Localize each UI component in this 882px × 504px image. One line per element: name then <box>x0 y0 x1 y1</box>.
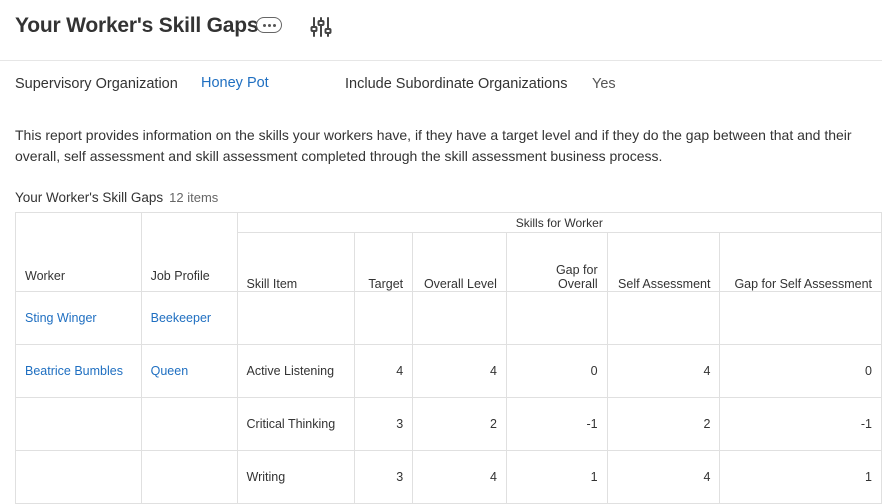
self-assessment-cell: 4 <box>606 344 721 398</box>
col-header-skill-item[interactable]: Skill Item <box>236 232 356 292</box>
gap-overall-cell: 1 <box>505 450 608 504</box>
gap-self-cell <box>719 291 882 345</box>
self-assessment-cell: 2 <box>606 397 721 451</box>
job-profile-link[interactable]: Queen <box>140 344 238 398</box>
overall-level-cell: 4 <box>412 344 507 398</box>
job-profile-link[interactable]: Beekeeper <box>140 291 238 345</box>
skill-item-cell <box>236 291 356 345</box>
include-subordinate-label: Include Subordinate Organizations <box>345 76 568 92</box>
overall-level-cell: 2 <box>412 397 507 451</box>
worker-link[interactable]: Sting Winger <box>15 291 142 345</box>
grid-item-count: 12 items <box>169 190 219 205</box>
col-header-target[interactable]: Target <box>354 232 414 292</box>
worker-link[interactable] <box>15 397 142 451</box>
self-assessment-cell <box>606 291 721 345</box>
header-divider <box>0 60 882 61</box>
worker-link[interactable] <box>15 450 142 504</box>
col-header-overall-level[interactable]: Overall Level <box>412 232 507 292</box>
group-header-skills: Skills for Worker <box>236 211 882 234</box>
col-header-self-assessment[interactable]: Self Assessment <box>606 232 721 292</box>
col-header-job-profile[interactable]: Job Profile <box>140 212 238 292</box>
overall-level-cell: 4 <box>412 450 507 504</box>
gap-overall-cell: -1 <box>505 397 608 451</box>
gap-overall-cell: 0 <box>505 344 608 398</box>
gap-overall-cell <box>505 291 608 345</box>
table-row: Critical Thinking 3 2 -1 2 -1 <box>15 397 882 451</box>
skill-item-cell: Writing <box>236 450 356 504</box>
more-options-button[interactable] <box>256 17 282 33</box>
grid-title: Your Worker's Skill Gaps 12 items <box>15 190 218 205</box>
gap-self-cell: 1 <box>719 450 882 504</box>
skill-item-cell: Critical Thinking <box>236 397 356 451</box>
page-title: Your Worker's Skill Gaps <box>15 14 259 37</box>
page-header: Your Worker's Skill Gaps <box>0 0 882 58</box>
job-profile-link[interactable] <box>140 397 238 451</box>
table-row: Sting Winger Beekeeper <box>15 291 882 345</box>
target-cell <box>354 291 414 345</box>
col-header-worker[interactable]: Worker <box>15 212 142 292</box>
col-header-gap-overall[interactable]: Gap for Overall <box>505 232 608 292</box>
filter-settings-icon[interactable] <box>309 15 333 39</box>
supervisory-org-link[interactable]: Honey Pot <box>201 75 269 91</box>
skill-item-cell: Active Listening <box>236 344 356 398</box>
skill-gaps-table: Worker Job Profile Skills for Worker Ski… <box>15 211 882 504</box>
target-cell: 3 <box>354 397 414 451</box>
report-description: This report provides information on the … <box>15 127 852 164</box>
table-row: Beatrice Bumbles Queen Active Listening … <box>15 344 882 398</box>
col-header-gap-self[interactable]: Gap for Self Assessment <box>719 232 882 292</box>
overall-level-cell <box>412 291 507 345</box>
gap-self-cell: -1 <box>719 397 882 451</box>
table-row: Writing 3 4 1 4 1 <box>15 450 882 504</box>
self-assessment-cell: 4 <box>606 450 721 504</box>
target-cell: 4 <box>354 344 414 398</box>
supervisory-org-label: Supervisory Organization <box>15 76 178 92</box>
grid-title-text: Your Worker's Skill Gaps <box>15 190 164 205</box>
gap-self-cell: 0 <box>719 344 882 398</box>
more-icon <box>262 23 266 27</box>
job-profile-link[interactable] <box>140 450 238 504</box>
target-cell: 3 <box>354 450 414 504</box>
include-subordinate-value: Yes <box>592 76 616 92</box>
worker-link[interactable]: Beatrice Bumbles <box>15 344 142 398</box>
